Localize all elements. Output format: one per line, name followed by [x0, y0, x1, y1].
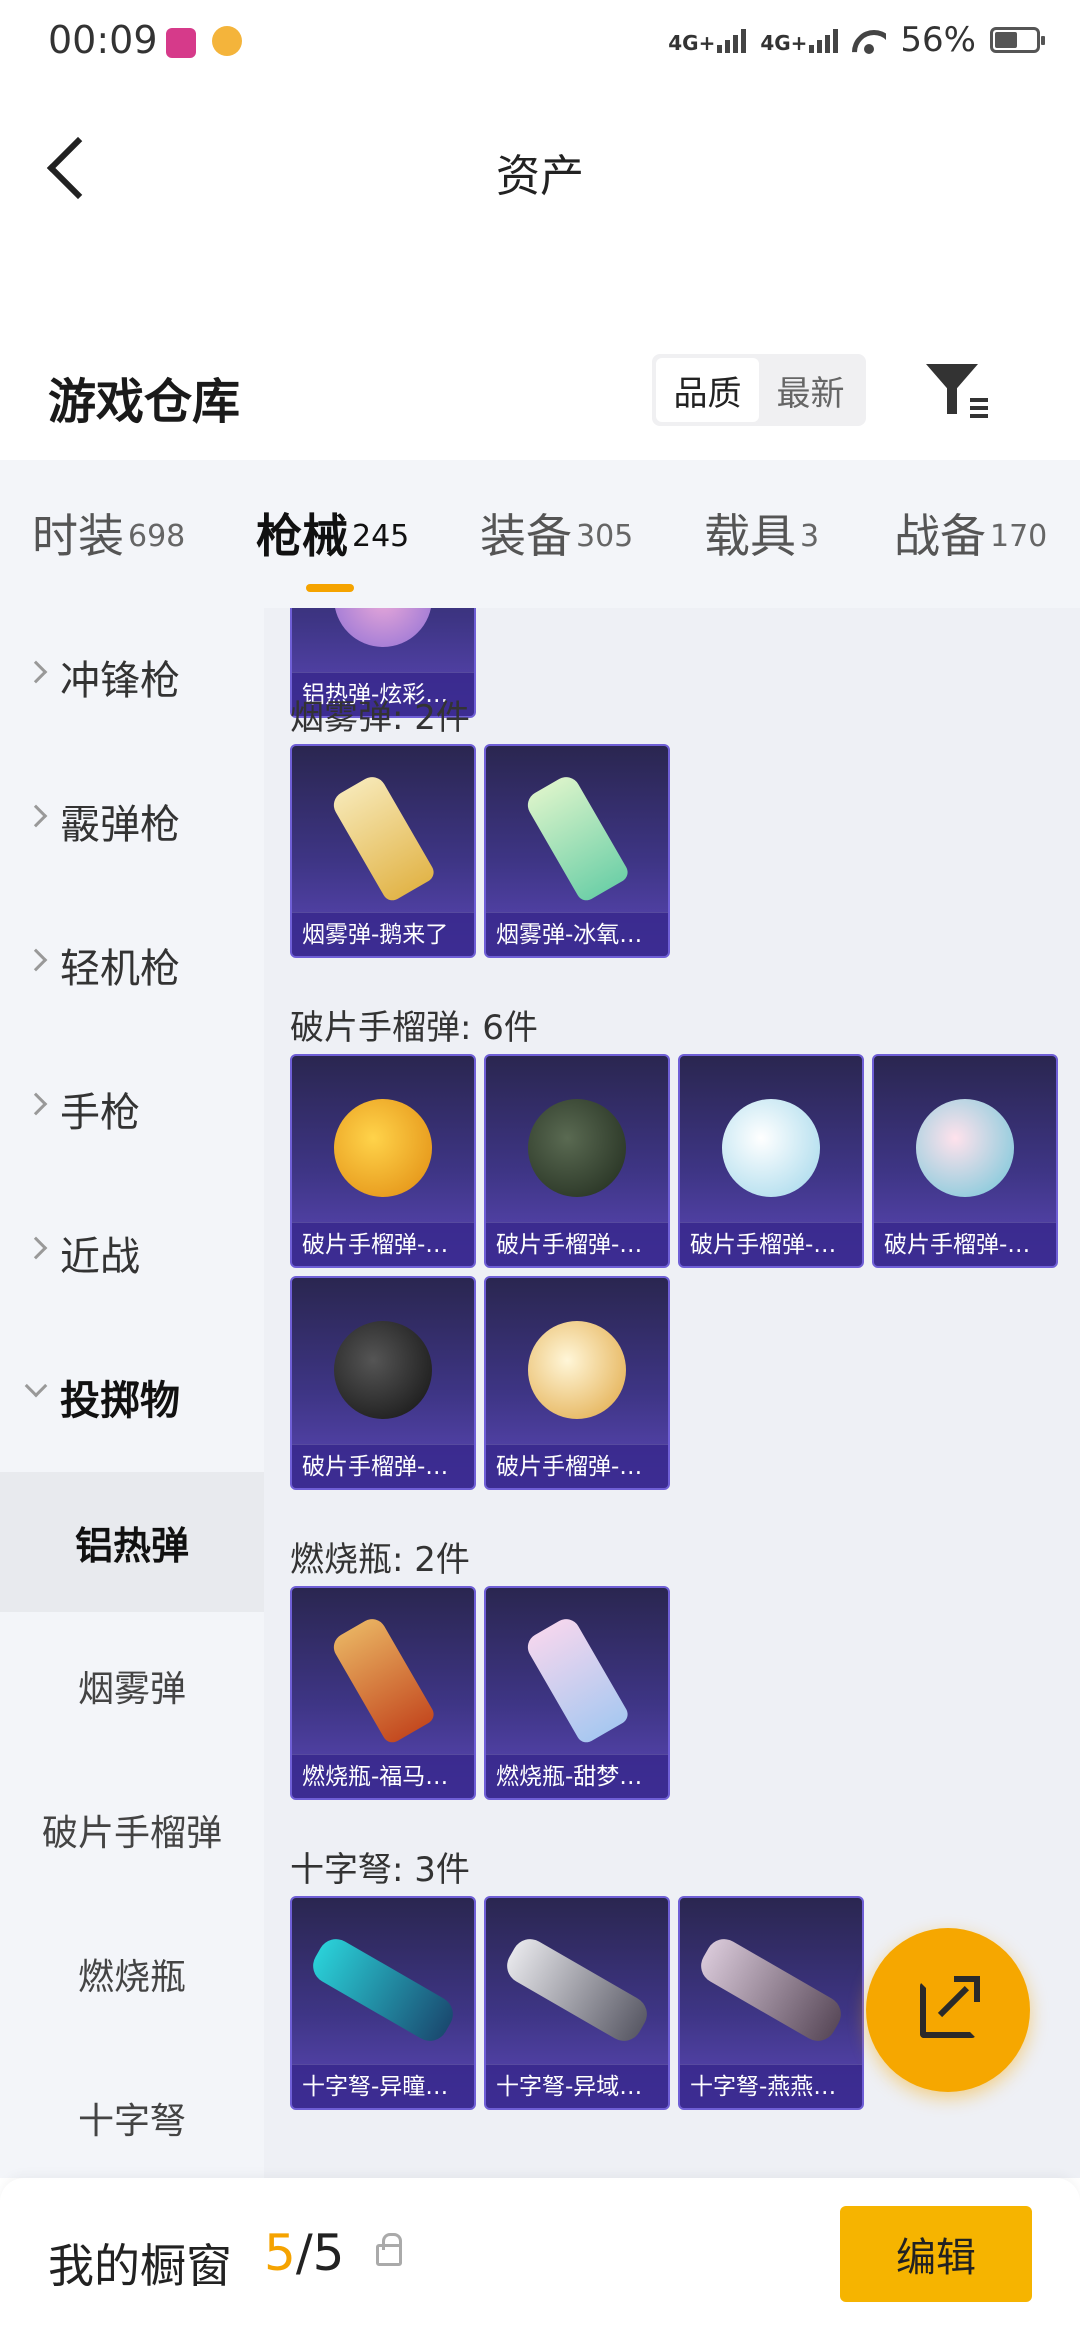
- frag-grenade-icon: [334, 1321, 432, 1420]
- sort-toggle: 品质 最新: [652, 354, 866, 426]
- thermite-art-icon: [334, 608, 432, 648]
- sidebar-subitem-frag[interactable]: 破片手榴弹: [0, 1760, 264, 1900]
- sidebar: 冲锋枪 霰弹枪 轻机枪 手枪 近战 投掷物 铝热弹 烟雾弹 破片手榴弹 燃烧瓶 …: [0, 608, 264, 2178]
- status-bar: 00:09 4G+ 4G+ 56%: [0, 0, 1080, 84]
- tab-supplies[interactable]: 战备 170: [894, 500, 1047, 590]
- crossbow-icon: [694, 1932, 848, 2048]
- item-card[interactable]: 破片手榴弹-…: [872, 1054, 1058, 1268]
- sidebar-subitem-crossbow[interactable]: 十字弩: [0, 2048, 264, 2188]
- item-card[interactable]: 十字弩-异域…: [484, 1896, 670, 2110]
- chevron-right-icon: [24, 1236, 48, 1260]
- filter-icon[interactable]: [922, 358, 988, 424]
- showcase-title: 我的橱窗: [48, 2239, 232, 2293]
- wifi-icon: [852, 26, 886, 54]
- tab-active-indicator: [306, 584, 354, 592]
- sort-quality-button[interactable]: 品质: [656, 358, 759, 422]
- page-title: 资产: [496, 151, 584, 202]
- section-title: 十字弩: 3件: [290, 1850, 470, 1890]
- molotov-icon: [522, 1614, 632, 1747]
- share-button[interactable]: [866, 1928, 1030, 2092]
- app-notification-icon: [166, 28, 196, 58]
- frag-grenade-icon: [334, 1099, 432, 1198]
- chevron-right-icon: [24, 948, 48, 972]
- showcase-bar: 我的橱窗 5/5 编辑: [0, 2178, 1080, 2340]
- battery-icon: [990, 27, 1045, 53]
- tab-fashion[interactable]: 时装 698: [32, 500, 185, 590]
- warehouse-title: 游戏仓库: [48, 374, 241, 430]
- sidebar-item-throwables[interactable]: 投掷物: [0, 1328, 264, 1468]
- sidebar-subitem-thermite[interactable]: 铝热弹: [0, 1472, 264, 1612]
- item-card[interactable]: 燃烧瓶-福马…: [290, 1586, 476, 1800]
- item-card[interactable]: 烟雾弹-鹅来了: [290, 744, 476, 958]
- edit-button[interactable]: 编辑: [840, 2206, 1032, 2302]
- item-card[interactable]: 破片手榴弹-…: [290, 1276, 476, 1490]
- crossbow-icon: [500, 1932, 654, 2048]
- lock-icon: [376, 2233, 402, 2266]
- sidebar-subitem-molotov[interactable]: 燃烧瓶: [0, 1904, 264, 2044]
- sidebar-item-shotgun[interactable]: 霰弹枪: [0, 752, 264, 892]
- sidebar-item-smg[interactable]: 冲锋枪: [0, 608, 264, 748]
- category-tabs: 时装 698 枪械 245 装备 305 载具 3 战备 170: [0, 460, 1080, 608]
- sidebar-item-lmg[interactable]: 轻机枪: [0, 896, 264, 1036]
- chevron-right-icon: [24, 804, 48, 828]
- smoke-grenade-icon: [328, 772, 438, 905]
- warehouse-bar: 游戏仓库 品质 最新: [0, 330, 1080, 460]
- section-title: 烟雾弹: 2件: [290, 698, 470, 738]
- battery-text: 56%: [900, 20, 976, 60]
- sidebar-item-pistol[interactable]: 手枪: [0, 1040, 264, 1180]
- chevron-right-icon: [24, 660, 48, 684]
- showcase-count: 5/5: [264, 2224, 345, 2282]
- tab-guns[interactable]: 枪械 245: [256, 500, 409, 592]
- signal-icon: 4G+: [668, 27, 747, 53]
- item-card[interactable]: 十字弩-异瞳…: [290, 1896, 476, 2110]
- chevron-down-icon: [24, 1374, 48, 1398]
- frag-grenade-icon: [528, 1099, 626, 1198]
- item-card[interactable]: 燃烧瓶-甜梦…: [484, 1586, 670, 1800]
- sidebar-item-melee[interactable]: 近战: [0, 1184, 264, 1324]
- tab-equipment[interactable]: 装备 305: [480, 500, 633, 590]
- signal-icon: 4G+: [760, 27, 839, 53]
- item-card[interactable]: 烟雾弹-冰氧…: [484, 744, 670, 958]
- status-time: 00:09: [48, 18, 158, 62]
- chevron-right-icon: [24, 1092, 48, 1116]
- smoke-grenade-icon: [522, 772, 632, 905]
- app-notification-icon: [212, 26, 242, 56]
- item-card[interactable]: 破片手榴弹-…: [484, 1054, 670, 1268]
- app-header: 资产: [0, 84, 1080, 254]
- section-title: 燃烧瓶: 2件: [290, 1540, 470, 1580]
- item-card[interactable]: 破片手榴弹-…: [290, 1054, 476, 1268]
- tab-vehicles[interactable]: 载具 3: [704, 500, 819, 590]
- sort-newest-button[interactable]: 最新: [759, 358, 862, 422]
- frag-grenade-icon: [722, 1099, 820, 1198]
- sidebar-subitem-smoke[interactable]: 烟雾弹: [0, 1616, 264, 1756]
- molotov-icon: [328, 1614, 438, 1747]
- frag-grenade-icon: [528, 1321, 626, 1420]
- crossbow-icon: [306, 1932, 460, 2048]
- item-card[interactable]: 破片手榴弹-…: [484, 1276, 670, 1490]
- item-card[interactable]: 破片手榴弹-…: [678, 1054, 864, 1268]
- section-title: 破片手榴弹: 6件: [290, 1008, 538, 1048]
- item-card[interactable]: 十字弩-燕燕…: [678, 1896, 864, 2110]
- frag-grenade-icon: [916, 1099, 1014, 1198]
